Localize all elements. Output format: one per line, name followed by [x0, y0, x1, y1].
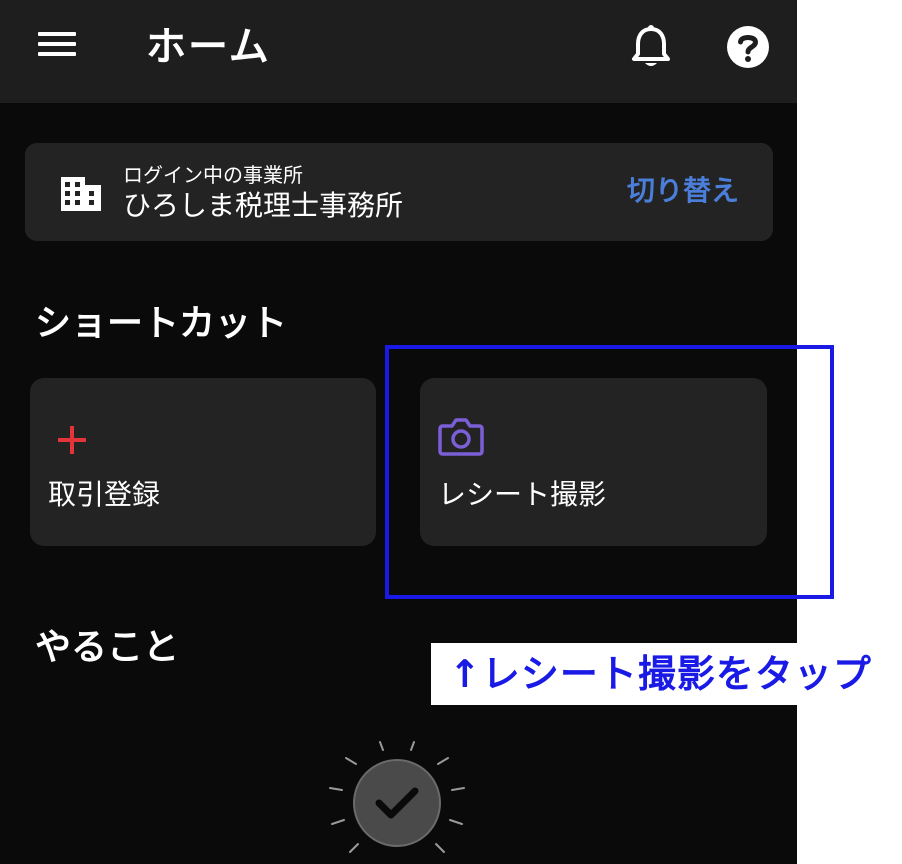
app-bar: ホーム [0, 0, 797, 103]
shortcut-label: 取引登録 [48, 478, 161, 511]
bell-icon[interactable] [630, 23, 672, 69]
page-title: ホーム [146, 24, 271, 70]
plus-icon [56, 424, 88, 456]
checkmark-circle-icon [322, 730, 472, 864]
annotation-callout: ↑レシート撮影をタップ [431, 643, 902, 705]
shortcut-register-transaction[interactable]: 取引登録 [30, 378, 376, 546]
office-caption: ログイン中の事業所 [123, 163, 303, 187]
office-name: ひろしま税理士事務所 [123, 189, 404, 222]
shortcuts-heading: ショートカット [35, 303, 288, 344]
building-icon [61, 173, 101, 213]
todo-heading: やること [35, 627, 180, 668]
hamburger-menu-icon[interactable] [38, 30, 76, 60]
camera-icon [438, 418, 484, 456]
shortcut-receipt-photo[interactable]: レシート撮影 [420, 378, 767, 546]
shortcut-label: レシート撮影 [438, 478, 607, 511]
app-screen: ホーム ログイン中の事業所 ひろしま税理士事務所 切り替え ショートカット 取引… [0, 0, 797, 864]
office-card: ログイン中の事業所 ひろしま税理士事務所 切り替え [25, 143, 773, 241]
help-circle-icon[interactable] [726, 25, 770, 69]
switch-office-link[interactable]: 切り替え [627, 173, 739, 209]
